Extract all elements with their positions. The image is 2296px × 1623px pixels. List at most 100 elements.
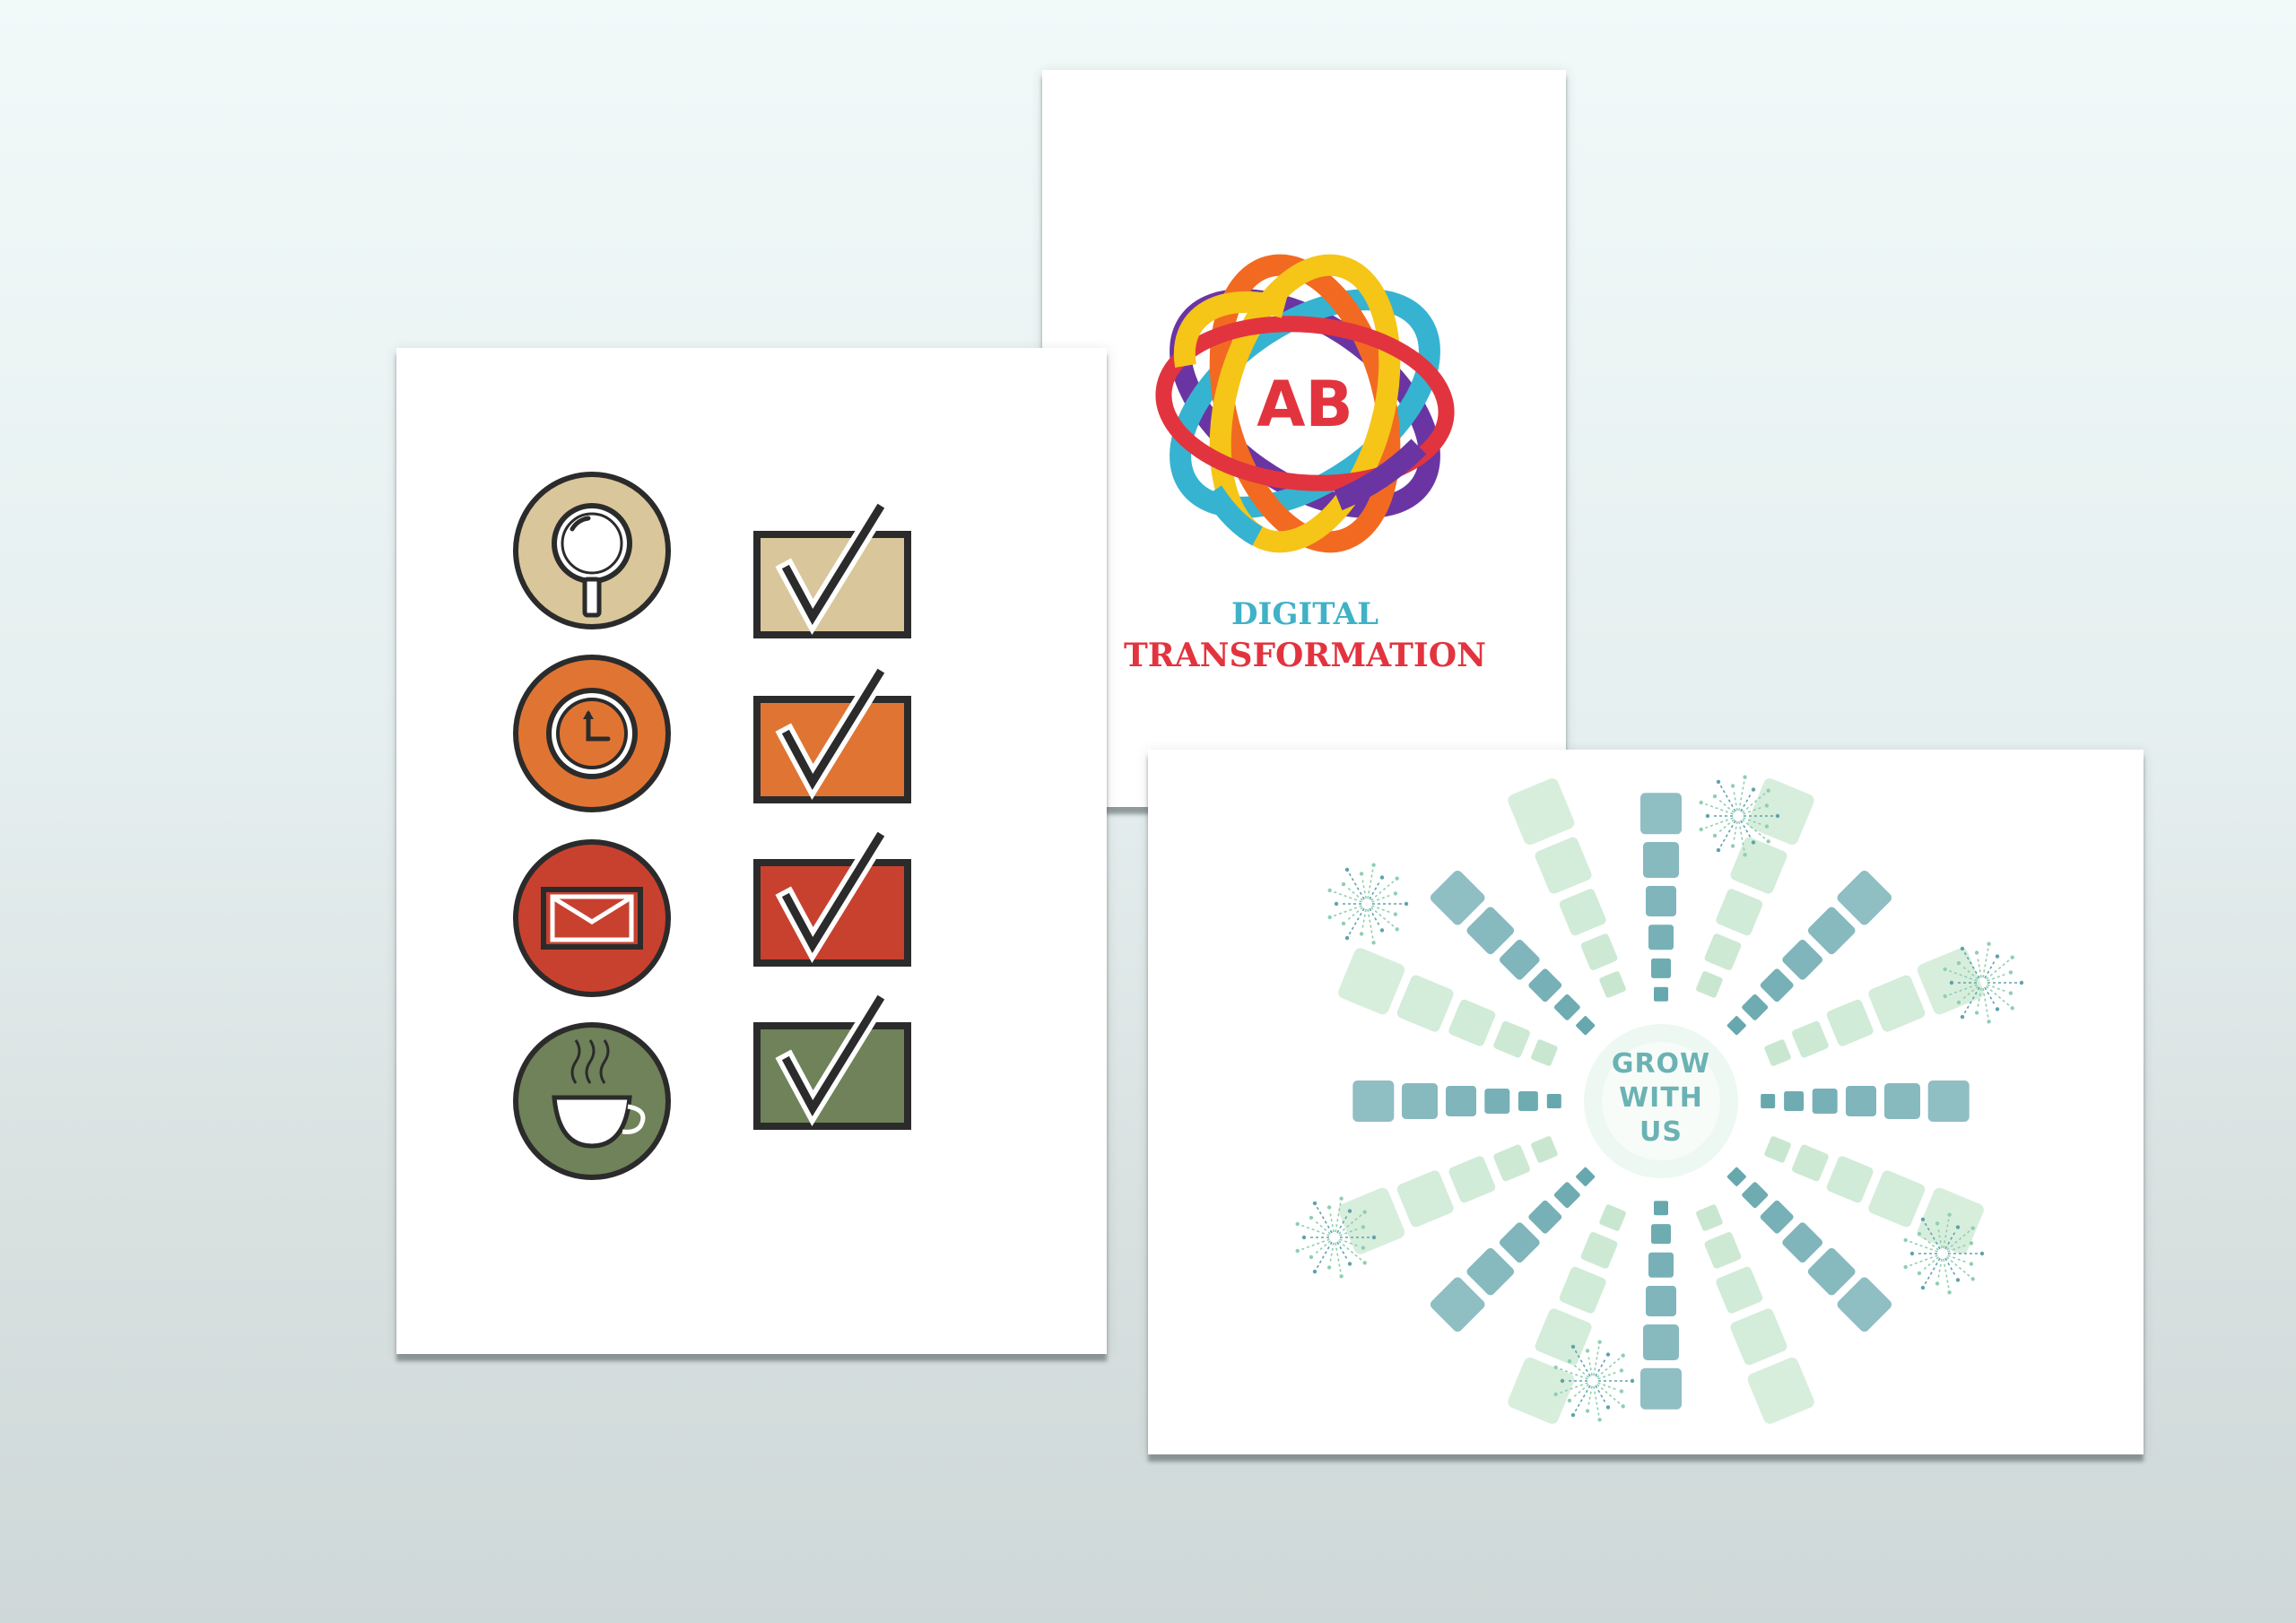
logo-title-line2: TRANSFORMATION: [1124, 637, 1486, 674]
checklist-row: [513, 655, 911, 812]
burst-tile: [1493, 1020, 1530, 1058]
burst-tile: [1640, 793, 1682, 835]
burst-tile: [1782, 939, 1823, 980]
burst-tile: [1402, 1083, 1438, 1119]
burst-tile: [1764, 1136, 1791, 1163]
burst-tile: [1730, 837, 1787, 894]
burst-tile: [1760, 1200, 1794, 1234]
burst-tile: [1826, 1156, 1874, 1203]
burst-tile: [1508, 778, 1575, 846]
burst-tile: [1553, 994, 1580, 1020]
burst-tile: [1599, 1204, 1626, 1231]
burst-tile: [1846, 1086, 1876, 1116]
burst-tile: [1528, 968, 1562, 1002]
firework-icon: [1327, 863, 1409, 945]
burst-tile: [1553, 1182, 1580, 1209]
burst-tile: [1535, 1308, 1592, 1366]
digital-transformation-card: AB DIGITAL TRANSFORMATION: [1042, 70, 1566, 807]
grow-with-us-card: GROW WITH US: [1148, 750, 2144, 1454]
burst-tile: [1576, 1167, 1596, 1186]
checkbox-checked: [753, 825, 911, 967]
burst-tile: [1927, 1081, 1970, 1122]
burst-tile: [1812, 1089, 1838, 1114]
burst-tile: [1352, 1081, 1395, 1122]
burst-tile: [1648, 1252, 1674, 1278]
burst-tile: [1448, 1156, 1496, 1203]
burst-tile: [1648, 924, 1674, 950]
burst-tile: [1747, 778, 1814, 846]
burst-tile: [1396, 1170, 1454, 1228]
checklist-card: [396, 348, 1107, 1354]
burst-tile: [1730, 1308, 1787, 1366]
burst-tile: [1704, 933, 1742, 970]
grow-line3: US: [1639, 1116, 1683, 1148]
magnifier-icon: [513, 472, 671, 629]
burst-tile: [1546, 1094, 1561, 1108]
burst-tile: [1559, 1266, 1606, 1314]
burst-tile: [1518, 1091, 1538, 1111]
burst-tile: [1742, 994, 1769, 1020]
burst-tile: [1531, 1039, 1558, 1066]
burst-tile: [1466, 907, 1515, 955]
logo-title-line1: DIGITAL: [1231, 596, 1378, 632]
burst-tile: [1651, 958, 1671, 978]
burst-tile: [1696, 971, 1723, 998]
coffee-cup-icon: [513, 1022, 671, 1180]
burst-tile: [1499, 939, 1540, 980]
burst-tile: [1704, 1232, 1742, 1269]
burst-tile: [1580, 933, 1618, 970]
burst-tile: [1338, 948, 1405, 1015]
burst-tile: [1782, 1222, 1823, 1263]
burst-tile: [1499, 1222, 1540, 1263]
burst-tile: [1807, 907, 1856, 955]
burst-tile: [1466, 1247, 1515, 1296]
clock-icon: [513, 655, 671, 812]
burst-tile: [1484, 1089, 1510, 1114]
burst-tile: [1528, 1200, 1562, 1234]
burst-tile: [1643, 1324, 1679, 1360]
checklist-row: [513, 825, 911, 997]
burst-tile: [1726, 1167, 1746, 1186]
burst-tile: [1826, 999, 1874, 1046]
burst-tile: [1807, 1247, 1856, 1296]
burst-tile: [1396, 975, 1454, 1032]
burst-tile: [1868, 975, 1926, 1032]
burst-tile: [1654, 986, 1668, 1002]
checklist-artwork: [513, 472, 911, 1180]
atom-logo: AB: [1155, 254, 1455, 553]
checklist-row: [513, 988, 911, 1180]
burst-tile: [1726, 1016, 1746, 1036]
burst-tile: [1576, 1016, 1596, 1036]
burst-tile: [1764, 1039, 1791, 1066]
burst-tile: [1559, 889, 1606, 936]
burst-tile: [1338, 1187, 1405, 1254]
checkbox-checked: [753, 988, 911, 1130]
burst-tile: [1760, 968, 1794, 1002]
burst-tile: [1654, 1201, 1668, 1216]
grow-line1: GROW: [1612, 1048, 1710, 1080]
checkbox-checked: [753, 497, 911, 638]
burst-tile: [1784, 1091, 1805, 1111]
burst-tile: [1599, 971, 1626, 998]
burst-tile: [1646, 1286, 1676, 1316]
burst-tile: [1742, 1182, 1769, 1209]
burst-tile: [1696, 1204, 1723, 1231]
digital-transformation-artwork: AB DIGITAL TRANSFORMATION: [1124, 254, 1486, 674]
burst-tile: [1716, 889, 1763, 936]
burst-tile: [1651, 1224, 1671, 1245]
burst-tile: [1531, 1136, 1558, 1163]
burst-tile: [1640, 1367, 1682, 1410]
burst-tile: [1792, 1144, 1829, 1182]
burst-tile: [1917, 1187, 1984, 1254]
logo-monogram: AB: [1257, 368, 1353, 441]
burst-tile: [1646, 886, 1676, 916]
burst-tile: [1535, 837, 1592, 894]
burst-tile: [1792, 1020, 1829, 1058]
burst-tile: [1493, 1144, 1530, 1182]
grow-line2: WITH: [1619, 1082, 1703, 1114]
burst-tile: [1446, 1086, 1476, 1116]
burst-tile: [1884, 1083, 1920, 1119]
envelope-icon: [513, 839, 671, 997]
burst-tile: [1747, 1357, 1814, 1424]
checkbox-checked: [753, 662, 911, 803]
